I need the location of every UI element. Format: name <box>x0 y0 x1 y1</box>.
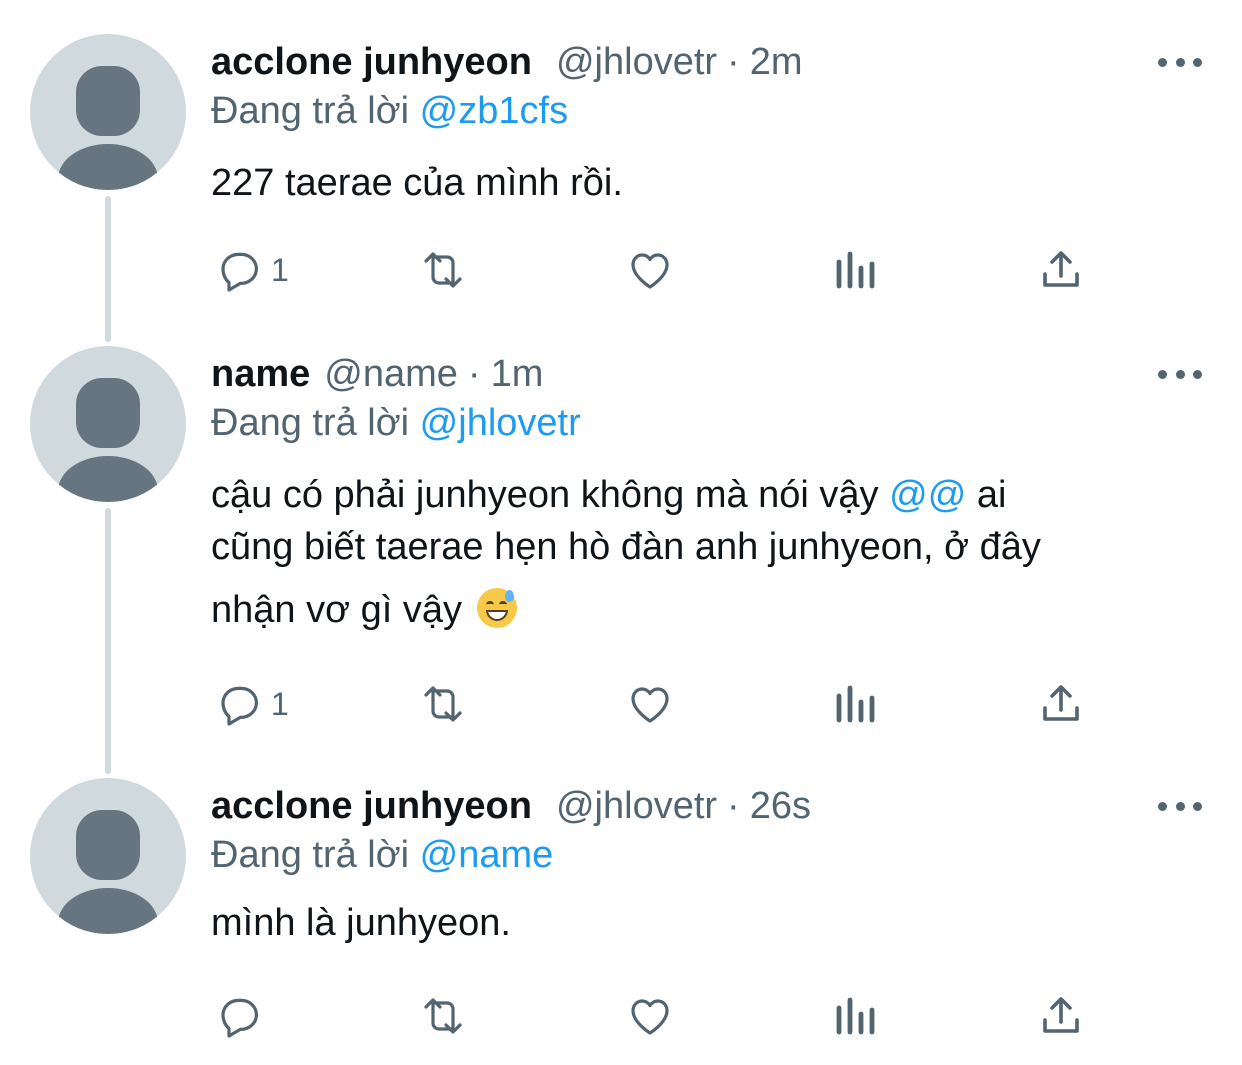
views-icon <box>836 685 875 723</box>
like-button[interactable] <box>625 986 675 1046</box>
reply-prefix: Đang trả lời <box>211 402 410 444</box>
like-button[interactable] <box>625 674 675 734</box>
reply-count: 1 <box>271 251 289 288</box>
views-button[interactable] <box>833 240 879 300</box>
grinning-sweat-emoji-icon <box>476 588 517 628</box>
tweet[interactable]: acclone junhyeon @jhlovetr · 26s Đang tr… <box>0 778 1242 1058</box>
reply-count: 1 <box>271 685 289 722</box>
reply-prefix: Đang trả lời <box>211 90 410 132</box>
reply-icon <box>221 998 258 1038</box>
tweet-text: mình là junhyeon. <box>211 902 511 945</box>
share-icon <box>1043 685 1079 721</box>
reply-button[interactable]: 1 <box>215 674 289 734</box>
reply-context: Đang trả lời @jhlovetr <box>211 402 581 445</box>
timestamp[interactable]: 2m <box>750 41 803 84</box>
tweet-text-segment: cậu có phải junhyeon không mà nói vậy <box>211 474 879 516</box>
timestamp[interactable]: 1m <box>491 353 544 396</box>
share-icon <box>1043 251 1079 287</box>
avatar[interactable] <box>30 34 186 190</box>
reply-mention[interactable]: @name <box>420 834 554 876</box>
timestamp[interactable]: 26s <box>750 785 811 828</box>
share-button[interactable] <box>1037 240 1085 300</box>
separator: · <box>467 352 481 395</box>
like-icon <box>631 687 669 723</box>
separator: · <box>727 784 740 827</box>
tweet-header: acclone junhyeon @jhlovetr · 26s <box>211 778 811 834</box>
more-icon[interactable] <box>1158 796 1202 816</box>
handle[interactable]: @jhlovetr <box>556 41 717 84</box>
tweet-actions: 1 <box>211 674 1111 734</box>
retweet-icon <box>424 998 462 1034</box>
tweet[interactable]: acclone junhyeon @jhlovetr · 2m Đang trả… <box>0 34 1242 324</box>
tweet-actions: 1 <box>211 240 1111 300</box>
tweet-text-line: cậu có phải junhyeon không mà nói vậy @@… <box>211 474 1006 517</box>
handle[interactable]: @name <box>324 353 458 396</box>
tweet-text-line: mình là junhyeon. <box>211 902 511 944</box>
tweet-text-segment: ai <box>976 474 1007 516</box>
tweet-actions <box>211 986 1111 1046</box>
like-button[interactable] <box>625 240 675 300</box>
reply-prefix: Đang trả lời <box>211 834 410 876</box>
tweet-text: 227 taerae của mình rồi. <box>211 162 623 205</box>
views-button[interactable] <box>833 674 879 734</box>
handle[interactable]: @jhlovetr <box>556 785 717 828</box>
separator: · <box>727 40 740 83</box>
retweet-button[interactable] <box>416 986 470 1046</box>
views-button[interactable] <box>833 986 879 1046</box>
avatar[interactable] <box>30 346 186 502</box>
reply-button[interactable]: 1 <box>215 240 289 300</box>
like-icon <box>631 253 669 289</box>
tweet-text-line: nhận vơ gì vậy <box>211 588 517 632</box>
reply-mention[interactable]: @zb1cfs <box>420 90 568 132</box>
reply-mention[interactable]: @jhlovetr <box>420 402 581 444</box>
reply-button[interactable] <box>215 986 271 1046</box>
share-button[interactable] <box>1037 674 1085 734</box>
tweet[interactable]: name @name · 1m Đang trả lời @jhlovetr c… <box>0 346 1242 746</box>
more-icon[interactable] <box>1158 364 1202 384</box>
retweet-icon <box>424 252 462 288</box>
tweet-header: acclone junhyeon @jhlovetr · 2m <box>211 34 803 90</box>
tweet-text-line: 227 taerae của mình rồi. <box>211 162 623 204</box>
avatar[interactable] <box>30 778 186 934</box>
display-name[interactable]: name <box>211 353 310 396</box>
retweet-button[interactable] <box>416 240 470 300</box>
text-mention[interactable]: @@ <box>889 474 966 516</box>
display-name[interactable]: acclone junhyeon <box>211 785 532 828</box>
tweet-header: name @name · 1m <box>211 346 543 402</box>
like-icon <box>631 999 669 1035</box>
reply-context: Đang trả lời @name <box>211 834 553 877</box>
views-icon <box>836 997 875 1035</box>
views-icon <box>836 251 875 289</box>
display-name[interactable]: acclone junhyeon <box>211 41 532 84</box>
share-button[interactable] <box>1037 986 1085 1046</box>
reply-icon <box>221 686 258 726</box>
more-icon[interactable] <box>1158 52 1202 72</box>
reply-context: Đang trả lời @zb1cfs <box>211 90 568 133</box>
tweet-text-segment: nhận vơ gì vậy <box>211 589 462 631</box>
tweet-text-line: cũng biết taerae hẹn hò đàn anh junhyeon… <box>211 526 1041 568</box>
retweet-button[interactable] <box>416 674 470 734</box>
reply-icon <box>221 252 258 292</box>
retweet-icon <box>424 686 462 722</box>
share-icon <box>1043 997 1079 1033</box>
